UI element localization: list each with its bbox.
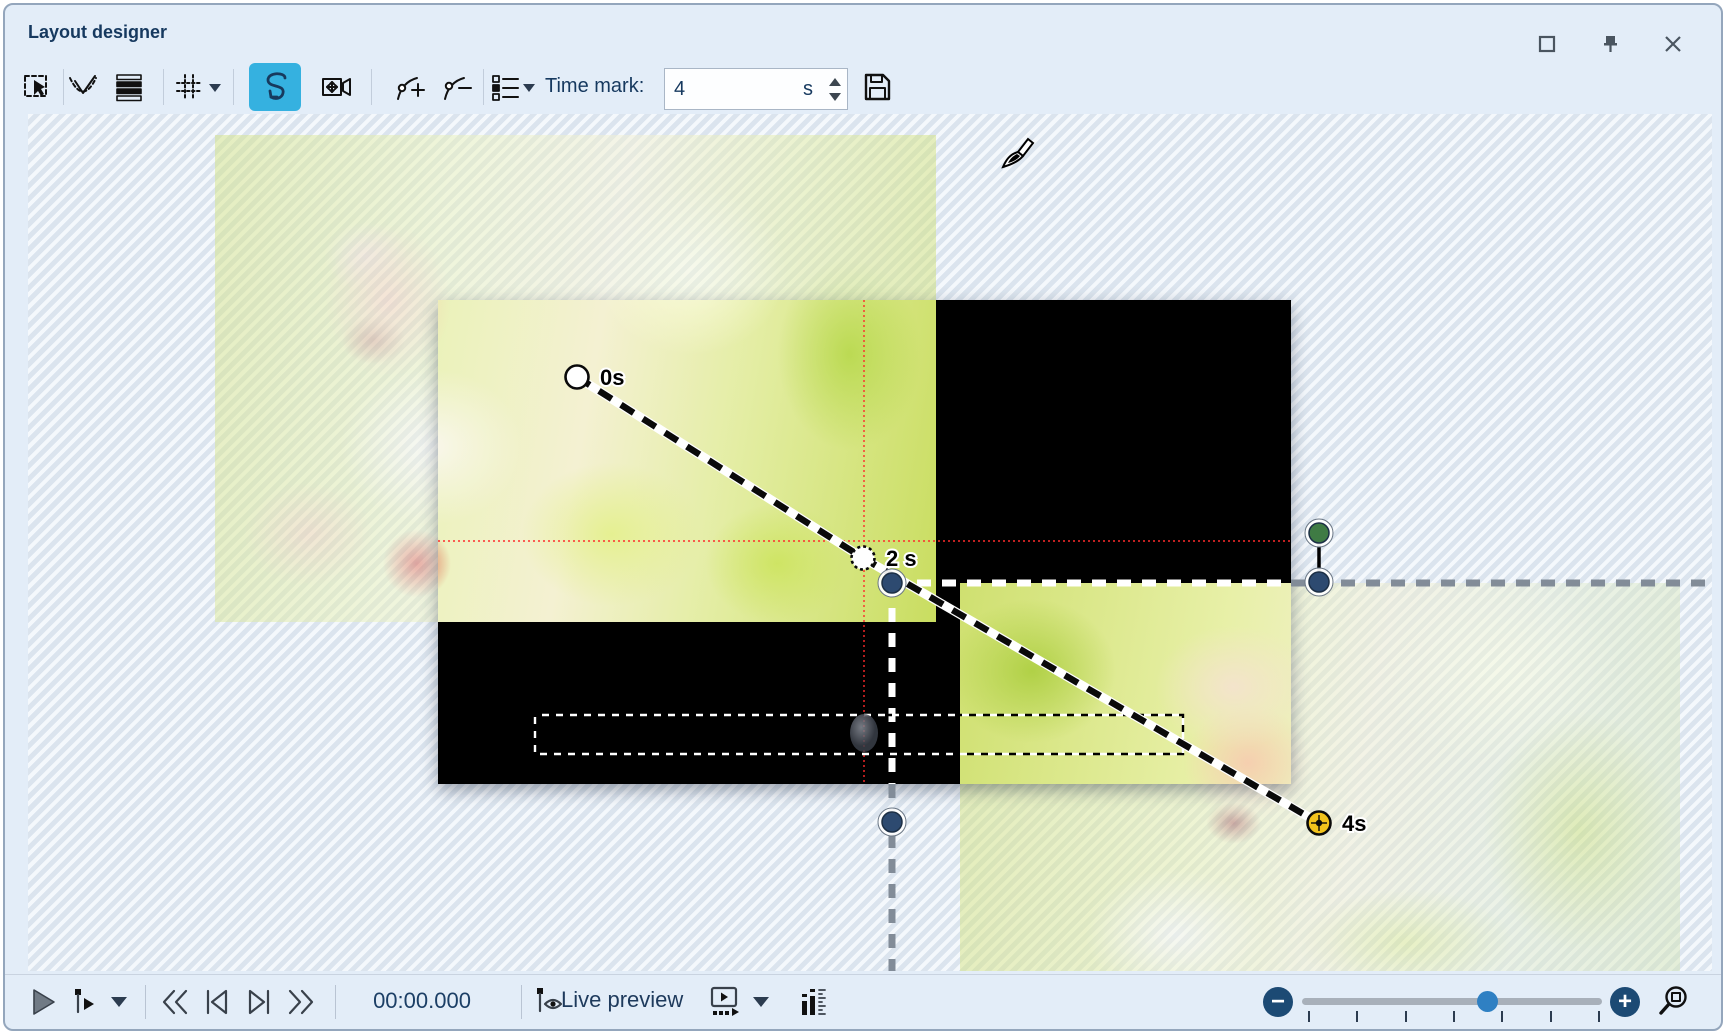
transport-bar: 00:00.000 Live preview (5, 974, 1721, 1029)
pin-icon (1600, 33, 1622, 55)
add-curve-point-icon (393, 71, 427, 103)
skip-to-end-button[interactable] (239, 981, 279, 1023)
transport-separator (335, 985, 336, 1019)
time-display: 00:00.000 (357, 988, 487, 1014)
play-icon (28, 987, 58, 1017)
toolbar-separator (233, 69, 234, 105)
zoom-slider-thumb[interactable] (1477, 991, 1498, 1012)
save-button[interactable] (855, 63, 899, 111)
pin-button[interactable] (1594, 29, 1628, 59)
zoom-out-button[interactable]: − (1263, 987, 1293, 1017)
zoom-slider-ticks (1308, 1011, 1600, 1023)
layer-order-icon (113, 71, 145, 103)
layout-designer-window: Layout designer (3, 3, 1723, 1031)
close-icon (1662, 33, 1684, 55)
titlebar: Layout designer (5, 5, 1721, 61)
spinner-up-icon[interactable] (829, 78, 841, 86)
spinner-down-icon[interactable] (829, 93, 841, 101)
minus-icon: − (1271, 990, 1285, 1014)
present-window-button[interactable] (705, 981, 745, 1023)
transport-separator (145, 985, 146, 1019)
skip-to-start-icon (201, 987, 233, 1017)
layout-canvas[interactable]: 0s 2 s 4s (28, 114, 1712, 971)
skip-to-start-button[interactable] (197, 981, 237, 1023)
select-tool-button[interactable] (15, 63, 59, 111)
zoom-in-button[interactable]: + (1610, 987, 1640, 1017)
keyframe-list-icon (489, 71, 521, 103)
skip-to-end-icon (243, 987, 275, 1017)
grid-button[interactable] (167, 63, 211, 111)
time-mark-unit: s (803, 78, 823, 101)
transport-separator (521, 985, 522, 1019)
save-icon (860, 70, 894, 104)
keyframe-list-dropdown-caret[interactable] (523, 84, 535, 92)
fast-rewind-button[interactable] (155, 981, 195, 1023)
maximize-icon (1536, 33, 1558, 55)
live-preview-label: Live preview (561, 987, 683, 1013)
window-title: Layout designer (28, 22, 167, 43)
paintbrush-cursor (1003, 139, 1033, 167)
time-mark-input[interactable] (665, 77, 803, 102)
maximize-button[interactable] (1530, 29, 1564, 59)
play-from-marker-button[interactable] (65, 981, 105, 1023)
close-button[interactable] (1656, 29, 1690, 59)
grid-dropdown-caret[interactable] (209, 84, 221, 92)
play-from-marker-icon (69, 986, 101, 1018)
frame-edge-handle-green[interactable] (1305, 519, 1333, 547)
zoom-to-fit-button[interactable] (1653, 981, 1693, 1023)
camera-pan-icon (319, 71, 355, 103)
statistics-button[interactable] (793, 981, 833, 1023)
keyframe-list-button[interactable] (483, 63, 527, 111)
grid-icon (173, 71, 205, 103)
present-window-icon (708, 985, 742, 1019)
toolbar: Time mark: s (5, 59, 1721, 115)
fast-forward-button[interactable] (281, 981, 321, 1023)
curve-select-icon (66, 71, 100, 103)
toolbar-separator (371, 69, 372, 105)
play-button[interactable] (23, 981, 63, 1023)
select-tool-icon (21, 71, 53, 103)
toolbar-separator (163, 69, 164, 105)
zoom-slider-track[interactable] (1302, 998, 1602, 1005)
fast-rewind-icon (159, 987, 191, 1017)
present-options-caret[interactable] (753, 997, 769, 1007)
statistics-icon (797, 985, 829, 1019)
plus-icon: + (1618, 990, 1632, 1014)
remove-curve-point-button[interactable] (435, 63, 479, 111)
frame-edge-handle-blue-bottom[interactable] (878, 808, 906, 836)
play-options-caret[interactable] (111, 997, 127, 1007)
draw-motion-path-button[interactable] (249, 63, 301, 111)
layer-order-button[interactable] (107, 63, 151, 111)
curve-select-button[interactable] (61, 63, 105, 111)
remove-curve-point-icon (440, 71, 474, 103)
time-mark-spinner[interactable] (823, 70, 847, 108)
time-mark-field: s (664, 68, 848, 110)
fast-forward-icon (285, 987, 317, 1017)
s-curve-icon (258, 69, 292, 105)
add-curve-point-button[interactable] (388, 63, 432, 111)
zoom-to-fit-icon (1655, 984, 1691, 1020)
camera-pan-button[interactable] (315, 63, 359, 111)
time-mark-label: Time mark: (545, 75, 644, 98)
